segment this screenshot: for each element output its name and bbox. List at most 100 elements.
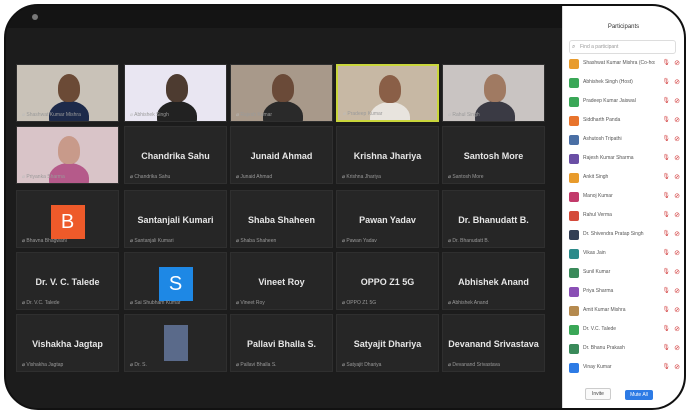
participant-tile[interactable]: Dr. S. [124,314,227,372]
video-off-icon[interactable]: ⊘ [674,344,680,352]
participant-avatar [569,192,579,202]
video-off-icon[interactable]: ⊘ [674,192,680,200]
participant-row[interactable]: Pradeep Kumar Jaiswal 🎙 ⊘ [569,96,680,110]
participant-avatar [569,363,579,373]
mic-muted-icon[interactable]: 🎙 [662,344,670,351]
participant-tile[interactable]: Shaba Shaheen Shaba Shaheen [230,190,333,248]
profile-avatar: B [50,205,85,239]
mic-muted-icon[interactable]: 🎙 [662,116,670,123]
mic-muted-icon[interactable]: 🎙 [662,230,670,237]
video-off-icon[interactable]: ⊘ [674,135,680,143]
participant-name: Sunil Kumar [583,269,611,275]
participant-row[interactable]: Vikas Jain 🎙 ⊘ [569,248,680,262]
mic-muted-icon[interactable]: 🎙 [662,306,670,313]
participant-tile[interactable]: Vineet Roy Vineet Roy [230,252,333,310]
participant-tile[interactable]: Dr. V. C. Talede Dr. V.C. Talede [16,252,119,310]
video-tile[interactable]: Abhishek Singh [124,64,227,122]
video-tile[interactable]: Shashwat Kumar Mishra [16,64,119,122]
meeting-topbar [6,6,562,28]
participant-tile[interactable]: BBhavna Bhagwani [16,190,119,248]
mic-muted-icon[interactable]: 🎙 [662,249,670,256]
participant-display-name: Santosh More [463,151,524,161]
participant-tile[interactable]: OPPO Z1 5G OPPO Z1 5G [336,252,439,310]
participant-row[interactable]: Siddharth Panda 🎙 ⊘ [569,115,680,129]
participant-avatar [569,306,579,316]
participant-row[interactable]: Ankit Singh 🎙 ⊘ [569,172,680,186]
participant-name: Manoj Kumar [583,193,613,199]
participant-tile[interactable]: Krishna Jhariya Krishna Jhariya [336,126,439,184]
mic-muted-icon[interactable]: 🎙 [662,363,670,370]
participant-row[interactable]: Dr. Bhanu Prakash 🎙 ⊘ [569,343,680,357]
video-off-icon[interactable]: ⊘ [674,249,680,257]
mic-muted-icon[interactable]: 🎙 [662,268,670,275]
participant-row[interactable]: Vinay Kumar 🎙 ⊘ [569,362,680,376]
participant-avatar [569,116,579,126]
video-off-icon[interactable]: ⊘ [674,306,680,314]
participant-tile[interactable]: Vishakha Jagtap Vishakha Jagtap [16,314,119,372]
participant-tile[interactable]: Junaid Ahmad Junaid Ahmad [230,126,333,184]
participant-label: Devanand Srivastava [448,362,500,368]
participant-row[interactable]: Dr. V.C. Talede 🎙 ⊘ [569,324,680,338]
mic-muted-icon[interactable]: 🎙 [662,173,670,180]
participant-row[interactable]: Sunil Kumar 🎙 ⊘ [569,267,680,281]
participant-tile[interactable]: Devanand Srivastava Devanand Srivastava [442,314,545,372]
participant-row[interactable]: Rajesh Kumar Sharma 🎙 ⊘ [569,153,680,167]
participant-tile[interactable]: Abhishek Anand Abhishek Anand [442,252,545,310]
participant-display-name: Chandrika Sahu [141,151,210,161]
video-off-icon[interactable]: ⊘ [674,59,680,67]
video-off-icon[interactable]: ⊘ [674,363,680,371]
participant-tile[interactable]: Satyajit Dhariya Satyajit Dhariya [336,314,439,372]
mic-muted-icon[interactable]: 🎙 [662,78,670,85]
video-off-icon[interactable]: ⊘ [674,230,680,238]
participant-avatar [569,268,579,278]
mic-muted-icon[interactable]: 🎙 [662,325,670,332]
video-off-icon[interactable]: ⊘ [674,287,680,295]
participant-name: Abhishek Singh (Host) [583,79,633,85]
participant-tile[interactable]: Santanjali Kumari Santanjali Kumari [124,190,227,248]
participant-row[interactable]: Dr. Shivendra Pratap Singh 🎙 ⊘ [569,229,680,243]
video-off-icon[interactable]: ⊘ [674,154,680,162]
invite-button[interactable]: Invite [585,388,611,400]
participant-row[interactable]: Amit Kumar Mishra 🎙 ⊘ [569,305,680,319]
participant-search-input[interactable]: ⌕ Find a participant [569,40,676,54]
participant-label: Junaid Ahmad [236,174,272,180]
participant-tile[interactable]: SSai Shubham Kumar [124,252,227,310]
mute-all-button[interactable]: Mute All [625,390,653,400]
mic-muted-icon[interactable]: 🎙 [662,211,670,218]
participant-row[interactable]: Rahul Verma 🎙 ⊘ [569,210,680,224]
mic-muted-icon[interactable]: 🎙 [662,154,670,161]
video-off-icon[interactable]: ⊘ [674,211,680,219]
participant-display-name: Junaid Ahmad [250,151,313,161]
mic-muted-icon[interactable]: 🎙 [662,59,670,66]
participant-row[interactable]: Ashutosh Tripathi 🎙 ⊘ [569,134,680,148]
video-off-icon[interactable]: ⊘ [674,325,680,333]
video-tile[interactable]: Rajesh Kumar [230,64,333,122]
participant-row[interactable]: Shashwat Kumar Mishra (Co-host) 🎙 ⊘ [569,58,680,72]
search-icon: ⌕ [572,44,576,50]
participant-row[interactable]: Abhishek Singh (Host) 🎙 ⊘ [569,77,680,91]
person-body [475,101,515,121]
video-off-icon[interactable]: ⊘ [674,116,680,124]
participant-tile[interactable]: Pawan Yadav Pawan Yadav [336,190,439,248]
participant-label: Abhishek Anand [448,300,488,306]
participant-tile[interactable]: Chandrika Sahu Chandrika Sahu [124,126,227,184]
participant-name: Vinay Kumar [583,364,612,370]
video-tile[interactable]: Priyanka Sharma [16,126,119,184]
participant-display-name: Shaba Shaheen [247,215,316,225]
mic-muted-icon[interactable]: 🎙 [662,287,670,294]
video-off-icon[interactable]: ⊘ [674,97,680,105]
participant-row[interactable]: Manoj Kumar 🎙 ⊘ [569,191,680,205]
mic-muted-icon[interactable]: 🎙 [662,97,670,104]
participant-tile[interactable]: Santosh More Santosh More [442,126,545,184]
participant-display-name: Pawan Yadav [359,215,416,225]
mic-muted-icon[interactable]: 🎙 [662,135,670,142]
video-off-icon[interactable]: ⊘ [674,268,680,276]
video-tile[interactable]: Pradeep Kumar [336,64,439,122]
video-off-icon[interactable]: ⊘ [674,173,680,181]
video-tile[interactable]: Rahul Singh [442,64,545,122]
participant-tile[interactable]: Pallavi Bhalla S. Pallavi Bhalla S. [230,314,333,372]
participant-row[interactable]: Priya Sharma 🎙 ⊘ [569,286,680,300]
participant-tile[interactable]: Dr. Bhanudatt B. Dr. Bhanudatt B. [442,190,545,248]
video-off-icon[interactable]: ⊘ [674,78,680,86]
mic-muted-icon[interactable]: 🎙 [662,192,670,199]
